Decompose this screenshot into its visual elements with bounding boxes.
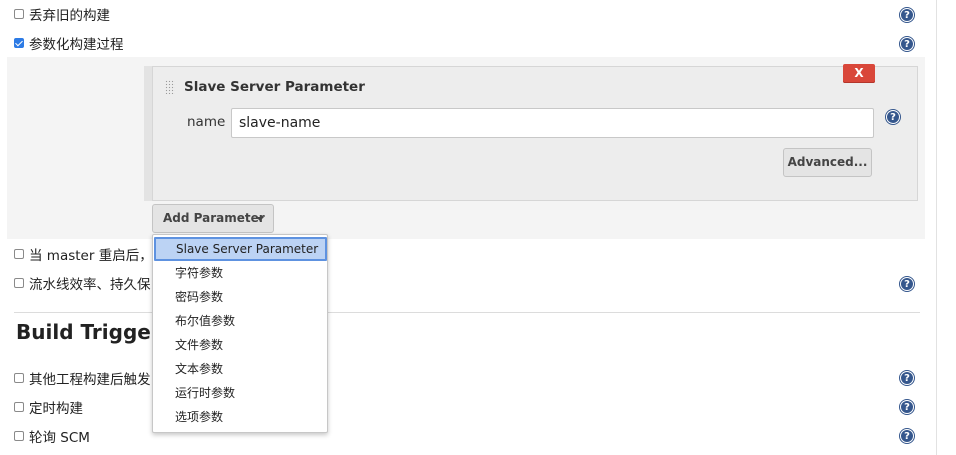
drag-handle-icon[interactable] [165,80,175,94]
trigger-after-other-projects-label: 其他工程构建后触发 [29,372,151,388]
menu-item-choice-parameter[interactable]: 选项参数 [153,405,327,429]
help-icon[interactable]: ? [899,36,915,52]
parameter-side-bar [144,66,152,201]
discard-old-builds-checkbox[interactable] [14,9,24,19]
menu-item-run-parameter[interactable]: 运行时参数 [153,381,327,405]
menu-item-slave-server-parameter[interactable]: Slave Server Parameter [154,237,327,261]
advanced-button[interactable]: Advanced... [783,148,872,177]
pipeline-durability-checkbox[interactable] [14,278,24,288]
build-triggers-heading: Build Triggers [16,320,173,344]
trigger-after-other-projects-checkbox[interactable] [14,373,24,383]
build-periodically-checkbox[interactable] [14,402,24,412]
parameterized-build-option[interactable]: 参数化构建过程 [14,33,124,53]
name-field[interactable] [231,108,874,138]
help-icon[interactable]: ? [899,428,915,444]
parameter-title: Slave Server Parameter [184,79,365,95]
help-icon[interactable]: ? [899,276,915,292]
menu-item-password-parameter[interactable]: 密码参数 [153,285,327,309]
trigger-after-other-projects-option[interactable]: 其他工程构建后触发 [14,368,151,388]
discard-old-builds-label: 丢弃旧的构建 [29,8,110,24]
poll-scm-label: 轮询 SCM [29,430,90,446]
poll-scm-checkbox[interactable] [14,431,24,441]
master-restart-option[interactable]: 当 master 重启后， [14,244,153,264]
master-restart-checkbox[interactable] [14,249,24,259]
menu-item-string-parameter[interactable]: 字符参数 [153,261,327,285]
help-icon[interactable]: ? [899,370,915,386]
add-parameter-menu: Slave Server Parameter 字符参数 密码参数 布尔值参数 文… [152,234,328,433]
help-icon[interactable]: ? [899,7,915,23]
page-right-border [936,0,937,455]
pipeline-durability-option[interactable]: 流水线效率、持久保 [14,273,151,293]
discard-old-builds-option[interactable]: 丢弃旧的构建 [14,4,110,24]
chevron-down-icon [256,217,264,221]
master-restart-label: 当 master 重启后， [29,248,153,264]
parameterized-build-checkbox[interactable] [14,38,24,48]
pipeline-durability-label: 流水线效率、持久保 [29,277,151,293]
build-periodically-label: 定时构建 [29,401,83,417]
section-divider [14,312,920,313]
add-parameter-button[interactable]: Add Parameter [152,204,274,233]
add-parameter-label: Add Parameter [163,211,265,225]
menu-item-text-parameter[interactable]: 文本参数 [153,357,327,381]
poll-scm-option[interactable]: 轮询 SCM [14,426,90,446]
parameterized-build-label: 参数化构建过程 [29,37,124,53]
build-periodically-option[interactable]: 定时构建 [14,397,83,417]
help-icon[interactable]: ? [899,399,915,415]
help-icon[interactable]: ? [885,109,901,125]
name-field-label: name [187,114,226,130]
menu-item-boolean-parameter[interactable]: 布尔值参数 [153,309,327,333]
menu-item-file-parameter[interactable]: 文件参数 [153,333,327,357]
delete-parameter-button[interactable]: X [843,64,875,83]
